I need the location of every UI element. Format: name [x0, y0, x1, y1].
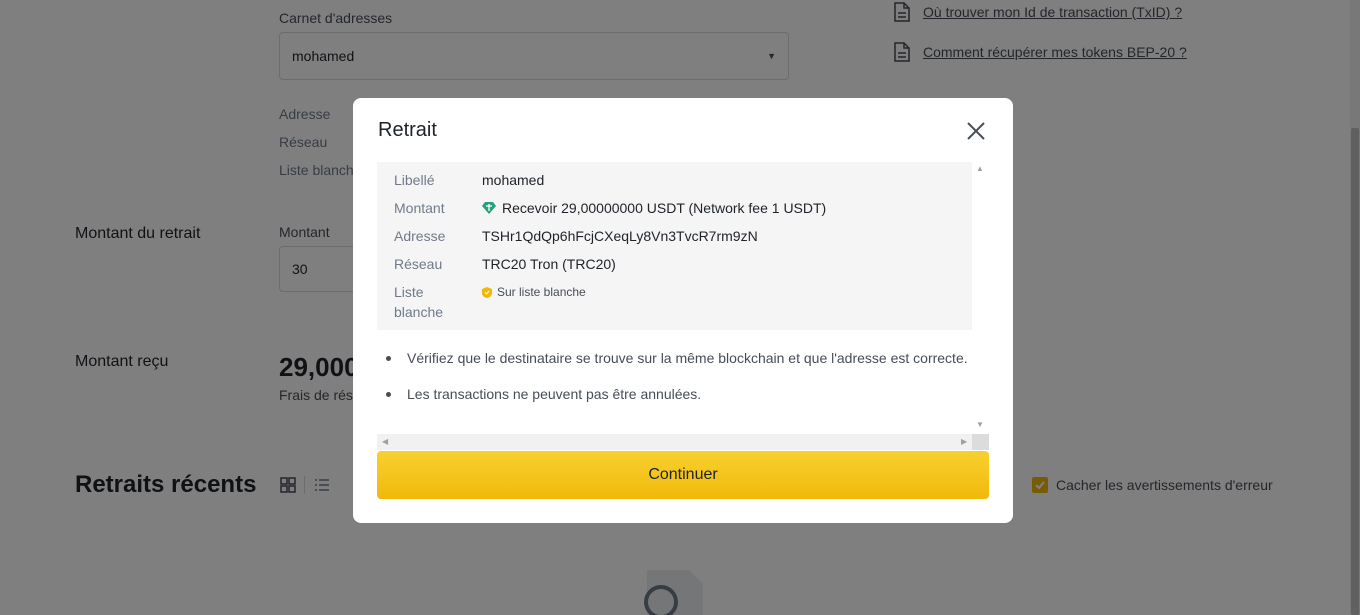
- scroll-up-icon[interactable]: ▲: [976, 164, 984, 173]
- scrollbar-corner: [972, 434, 989, 450]
- detail-row-amount: Montant Recevoir 29,00000000 USDT (Netwo…: [394, 198, 826, 218]
- detail-value-wrapper: Recevoir 29,00000000 USDT (Network fee 1…: [482, 198, 826, 218]
- withdraw-confirmation-modal: Retrait Libellé mohamed Montant Recevoir…: [353, 98, 1013, 523]
- modal-scroll-area[interactable]: Libellé mohamed Montant Recevoir 29,0000…: [377, 162, 989, 450]
- scroll-left-icon[interactable]: ◀: [382, 437, 388, 446]
- detail-row-network: Réseau TRC20 Tron (TRC20): [394, 254, 616, 274]
- horizontal-scrollbar[interactable]: ◀ ▶: [377, 434, 972, 450]
- warning-item: Vérifiez que le destinataire se trouve s…: [377, 348, 972, 368]
- detail-row-label: Libellé mohamed: [394, 170, 544, 190]
- detail-row-address: Adresse TSHr1QdQp6hFcjCXeqLy8Vn3TvcR7rm9…: [394, 226, 758, 246]
- detail-key: Montant: [394, 200, 445, 216]
- modal-title: Retrait: [378, 119, 437, 141]
- shield-icon: [482, 286, 492, 298]
- detail-value: TRC20 Tron (TRC20): [482, 256, 616, 272]
- scroll-down-icon[interactable]: ▼: [976, 420, 984, 429]
- warning-item: Les transactions ne peuvent pas être ann…: [377, 384, 972, 404]
- whitelist-badge: Sur liste blanche: [482, 282, 586, 302]
- detail-value: Recevoir 29,00000000 USDT (Network fee 1…: [502, 200, 827, 216]
- whitelist-badge-wrapper: Sur liste blanche: [482, 282, 586, 322]
- detail-row-whitelist: Liste blanche Sur liste blanche: [394, 282, 586, 322]
- continue-button[interactable]: Continuer: [377, 451, 989, 499]
- detail-key: Liste blanche: [394, 284, 444, 320]
- withdraw-details: Libellé mohamed Montant Recevoir 29,0000…: [377, 162, 972, 330]
- usdt-icon: [482, 202, 496, 214]
- detail-value: mohamed: [482, 172, 545, 188]
- scroll-right-icon[interactable]: ▶: [961, 437, 967, 446]
- close-icon[interactable]: [965, 120, 987, 142]
- detail-key: Adresse: [394, 228, 446, 244]
- detail-key: Réseau: [394, 256, 443, 272]
- detail-value: TSHr1QdQp6hFcjCXeqLy8Vn3TvcR7rm9zN: [482, 228, 758, 244]
- whitelist-badge-label: Sur liste blanche: [497, 285, 586, 299]
- detail-key: Libellé: [394, 172, 435, 188]
- vertical-scrollbar[interactable]: ▲ ▼: [972, 162, 989, 434]
- warning-list: Vérifiez que le destinataire se trouve s…: [377, 348, 972, 420]
